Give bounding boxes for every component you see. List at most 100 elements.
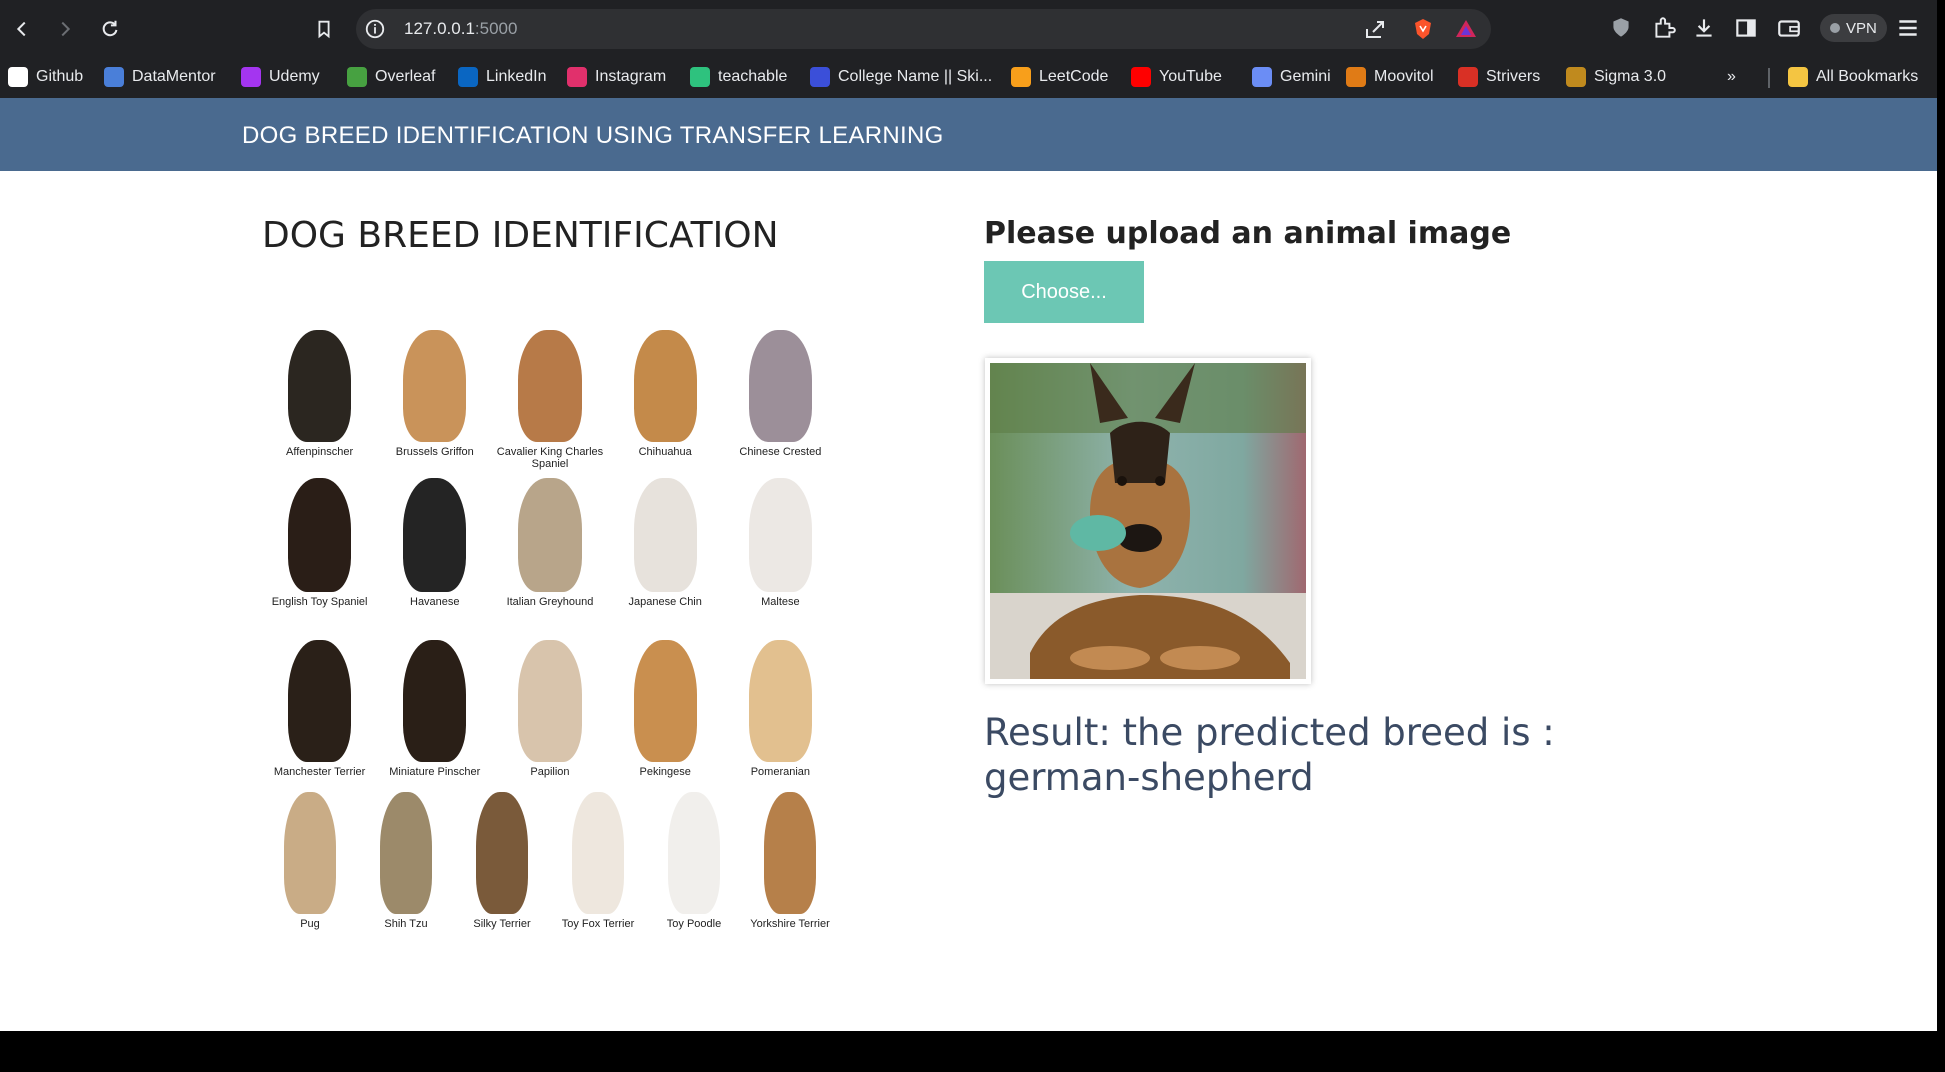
bookmark-label: DataMentor [132,68,216,85]
bookmark-item[interactable]: Moovitol [1346,64,1434,90]
bookmark-label: LeetCode [1039,68,1109,85]
breed-label: Japanese Chin [628,596,702,608]
bookmark-item[interactable]: teachable [690,64,787,90]
bookmark-item[interactable]: College Name || Ski... [810,64,992,90]
favicon-icon [690,67,710,87]
all-bookmarks-button[interactable]: All Bookmarks [1788,64,1918,90]
bookmark-item[interactable]: Instagram [567,64,666,90]
shield-extension-icon[interactable] [1608,15,1634,41]
dog-picture [633,330,697,442]
dog-picture [633,478,697,592]
bookmark-item[interactable]: DataMentor [104,64,216,90]
bookmark-label: College Name || Ski... [838,68,993,85]
favicon-icon [1131,67,1151,87]
url-text: 127.0.0.1:5000 [404,19,517,39]
back-icon[interactable] [5,12,39,46]
brave-rewards-icon[interactable] [1454,17,1478,41]
browser-chrome: 127.0.0.1:5000 VPN » All Bookmarks Githu… [0,0,1937,98]
favicon-icon [1458,67,1478,87]
breed-label: Chihuahua [638,446,692,458]
breed-label: Silky Terrier [473,918,531,930]
bookmark-label: Overleaf [375,68,436,85]
breed-label: Toy Poodle [666,918,722,930]
sidebar-icon[interactable] [1733,15,1759,41]
dog-picture [748,478,813,592]
dog-picture [287,640,352,762]
bookmarks-divider [1768,68,1770,88]
bookmark-icon[interactable] [307,12,341,46]
breed-label: Havanese [410,596,460,608]
bookmark-item[interactable]: Strivers [1458,64,1540,90]
vpn-status-icon [1830,23,1840,33]
bookmark-item[interactable]: Gemini [1252,64,1331,90]
favicon-icon [104,67,124,87]
favicon-icon [241,67,261,87]
vpn-label: VPN [1846,19,1877,37]
app-navbar: DOG BREED IDENTIFICATION USING TRANSFER … [0,98,1937,171]
download-icon[interactable] [1691,15,1717,41]
reload-icon[interactable] [93,12,127,46]
dog-picture [283,792,337,914]
breed-label: Cavalier King Charles Spaniel [496,446,604,470]
brave-shield-icon[interactable] [1411,17,1435,41]
bookmark-label: Sigma 3.0 [1594,68,1667,85]
bookmark-label: teachable [718,68,788,85]
bookmark-label: Gemini [1280,68,1331,85]
menu-icon[interactable] [1895,15,1921,41]
page-title: DOG BREED IDENTIFICATION [262,215,779,256]
bookmark-item[interactable]: YouTube [1131,64,1222,90]
upload-heading: Please upload an animal image [984,216,1512,251]
share-icon[interactable] [1363,17,1387,41]
favicon-icon [1011,67,1031,87]
bookmark-item[interactable]: LeetCode [1011,64,1108,90]
bookmark-item[interactable]: LinkedIn [458,64,547,90]
favicon-icon [458,67,478,87]
dog-picture [748,330,813,442]
favicon-icon [567,67,587,87]
breed-label: Brussels Griffon [395,446,474,458]
screen-edge [1937,0,1945,1031]
wallet-icon[interactable] [1776,15,1802,41]
bookmark-item[interactable]: Overleaf [347,64,435,90]
more-bookmarks-button[interactable]: » [1727,64,1736,90]
breed-label: Pug [300,918,320,930]
favicon-icon [1252,67,1272,87]
breed-label: Yorkshire Terrier [750,918,830,930]
breed-label: Italian Greyhound [506,596,594,608]
address-bar[interactable]: 127.0.0.1:5000 [356,9,1491,49]
vpn-button[interactable]: VPN [1820,14,1887,42]
dog-picture [667,792,721,914]
dog-picture [763,792,817,914]
forward-icon[interactable] [48,12,82,46]
german-shepherd-photo [990,363,1306,679]
favicon-icon [810,67,830,87]
breed-label: Pekingese [639,766,691,778]
dog-picture [748,640,813,762]
bookmarks-bar: » All Bookmarks Github DataMentor Udemy Ove… [0,58,1937,98]
more-bookmarks-label: » [1727,68,1736,85]
dog-picture [403,330,467,442]
favicon-icon [347,67,367,87]
dog-picture [571,792,625,914]
breed-label: Manchester Terrier [273,766,366,778]
bookmark-label: YouTube [1159,68,1222,85]
navbar-brand[interactable]: DOG BREED IDENTIFICATION USING TRANSFER … [242,122,944,150]
breed-label: Maltese [761,596,800,608]
breed-label: Pomeranian [750,766,811,778]
bookmark-item[interactable]: Github [8,64,83,90]
dog-picture [287,478,352,592]
choose-file-button[interactable]: Choose... [984,261,1144,323]
breed-label: English Toy Spaniel [271,596,368,608]
bookmark-label: Github [36,68,84,85]
bookmark-item[interactable]: Udemy [241,64,320,90]
bookmark-item[interactable]: Sigma 3.0 [1566,64,1666,90]
favicon-icon [8,67,28,87]
extensions-icon[interactable] [1651,15,1677,41]
folder-icon [1788,67,1808,87]
dog-picture [379,792,433,914]
site-info-icon[interactable] [364,18,386,40]
bookmark-label: Instagram [595,68,667,85]
favicon-icon [1346,67,1366,87]
breed-label: Shih Tzu [384,918,428,930]
dog-picture [403,478,467,592]
